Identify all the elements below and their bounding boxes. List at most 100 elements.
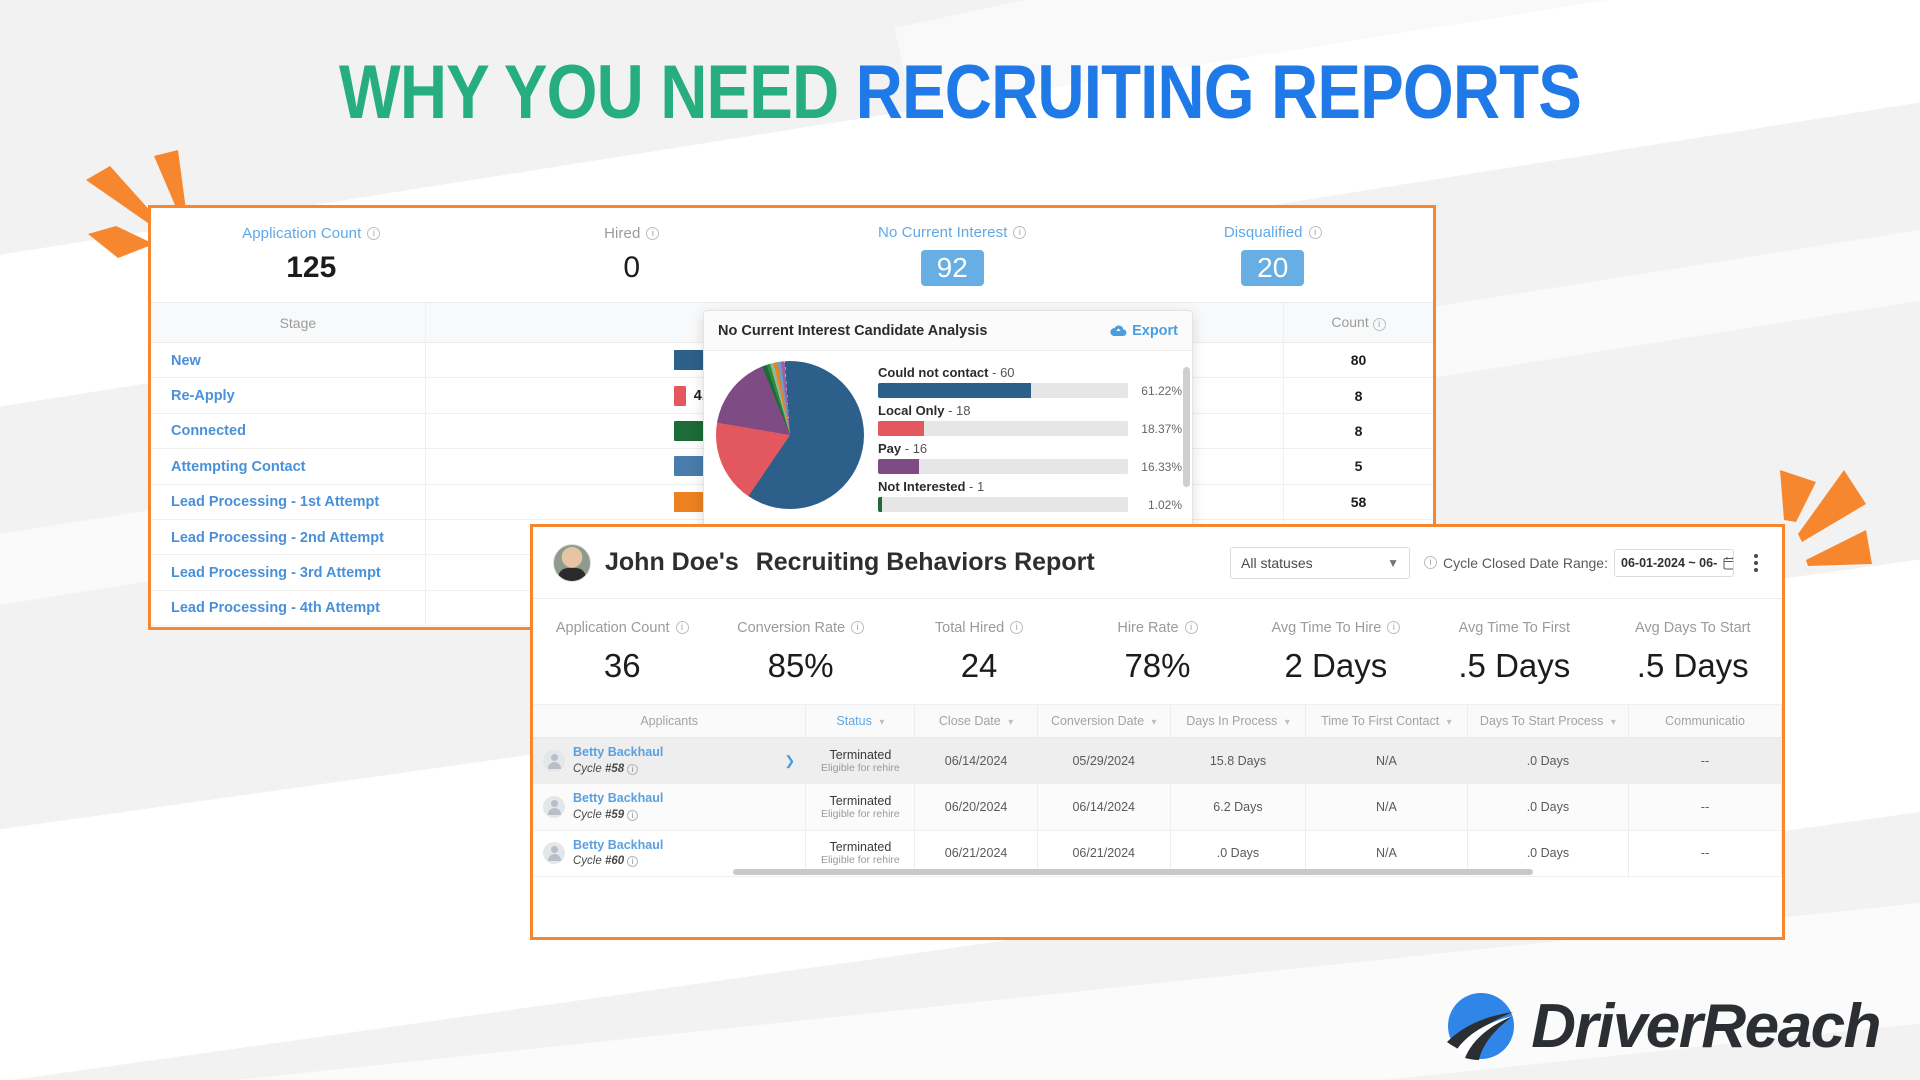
info-icon[interactable]: i (646, 227, 660, 240)
avatar (553, 543, 591, 582)
date-range-input[interactable]: 06-01-2024 ~ 06- (1614, 548, 1734, 577)
info-icon[interactable]: i (627, 856, 639, 868)
column-header-applicants[interactable]: Applicants (533, 705, 807, 738)
stage-cell: Connected (151, 413, 426, 450)
info-icon[interactable]: i (851, 621, 865, 634)
report-kpi-value: .5 Days (1458, 646, 1571, 684)
info-icon[interactable]: i (1010, 621, 1024, 634)
legend-item: Local Only - 18 18.37% (878, 403, 1182, 436)
info-icon[interactable]: i (627, 763, 639, 775)
legend-item: Pay - 16 16.33% (878, 441, 1182, 474)
info-icon[interactable]: i (1372, 318, 1386, 331)
export-label: Export (1132, 322, 1178, 339)
chevron-down-icon: ▾ (1151, 717, 1157, 728)
stage-name[interactable]: Lead Processing - 2nd Attempt (171, 530, 384, 546)
report-kpi[interactable]: Conversion Rate i 85% (711, 619, 889, 685)
info-icon[interactable]: i (1308, 226, 1322, 239)
info-icon[interactable]: i (1013, 226, 1027, 239)
report-kpi[interactable]: Total Hired i 24 (890, 619, 1068, 685)
info-icon[interactable]: i (627, 809, 639, 821)
applicant-text: Betty Backhaul Cycle #60 i (573, 838, 663, 869)
legend-fill (878, 459, 919, 474)
page-title-part2: RECRUITING REPORTS (855, 50, 1582, 135)
count-cell: 80 (1283, 342, 1433, 379)
kpi-disqualified[interactable]: Disqualified i 20 (1113, 224, 1434, 286)
kpi-value-wrap: 92 (792, 250, 1113, 286)
count-cell: 58 (1283, 484, 1433, 520)
legend-fill (878, 421, 924, 436)
info-icon[interactable]: i (367, 227, 381, 240)
kpi-application-count[interactable]: Application Count i 125 (151, 225, 472, 285)
column-header-time-to-first-contact[interactable]: Time To First Contact ▾ (1305, 705, 1468, 738)
count-cell: 8 (1283, 377, 1433, 414)
report-controls: All statuses ▼ i Cycle Closed Date Range… (1230, 546, 1764, 579)
kpi-no-current-interest[interactable]: No Current Interest i 92 (792, 224, 1113, 286)
horizontal-scrollbar[interactable] (733, 868, 1533, 875)
count-cell: 5 (1283, 448, 1433, 485)
report-kpi[interactable]: Avg Time To Hire i 2 Days (1247, 619, 1425, 685)
report-kpi[interactable]: Avg Time To First .5 Days (1425, 619, 1603, 685)
info-icon[interactable]: i (1184, 621, 1198, 634)
column-header-count[interactable]: Count i (1283, 303, 1433, 343)
column-header-communicatio[interactable]: Communicatio (1628, 705, 1782, 738)
column-header-close-date[interactable]: Close Date ▾ (914, 705, 1038, 738)
legend-fill (878, 497, 882, 512)
stage-cell: Lead Processing - 4th Attempt (151, 590, 426, 627)
legend-track (878, 459, 1128, 474)
column-header-stage[interactable]: Stage (151, 303, 426, 343)
info-icon[interactable]: i (675, 621, 689, 634)
stage-name[interactable]: Lead Processing - 1st Attempt (171, 494, 379, 510)
popup-scrollbar[interactable] (1183, 367, 1190, 487)
stage-cell: Lead Processing - 1st Attempt (151, 484, 426, 520)
stage-name[interactable]: Lead Processing - 4th Attempt (171, 600, 380, 616)
report-kpi[interactable]: Hire Rate i 78% (1068, 619, 1246, 685)
applicant-cell[interactable]: Betty Backhaul Cycle #59 i (533, 783, 807, 831)
info-icon[interactable]: i (1424, 556, 1438, 569)
table-row[interactable]: Betty Backhaul Cycle #58 i ❯ Terminated Eligi… (533, 737, 1782, 785)
applicant-cell[interactable]: Betty Backhaul Cycle #58 i ❯ (533, 737, 807, 785)
calendar-icon (1723, 556, 1733, 569)
legend-label: Local Only - 18 (878, 403, 971, 418)
table-row[interactable]: Betty Backhaul Cycle #59 i Terminated Eligib… (533, 783, 1782, 831)
chevron-down-icon: ▾ (1284, 717, 1290, 728)
export-button[interactable]: Export (1110, 323, 1178, 339)
stage-cell: Re-Apply (151, 377, 426, 414)
column-header-days-in-process[interactable]: Days In Process ▾ (1170, 705, 1307, 738)
report-kpi-value: 36 (603, 646, 641, 684)
status-filter-select[interactable]: All statuses ▼ (1230, 546, 1411, 579)
column-header-conversion-date[interactable]: Conversion Date ▾ (1037, 705, 1171, 738)
kpi-value-chip[interactable]: 20 (1241, 250, 1305, 286)
stage-name[interactable]: Lead Processing - 3rd Attempt (171, 565, 381, 581)
applicant-inner: Betty Backhaul Cycle #58 i ❯ (543, 745, 801, 776)
status-subtext: Eligible for rehire (820, 807, 900, 820)
applicant-cycle: Cycle #59 i (573, 809, 639, 821)
kpi-hired[interactable]: Hired i 0 (472, 225, 793, 285)
expand-row-icon[interactable]: ❯ (784, 753, 801, 769)
column-header-days-to-start-process[interactable]: Days To Start Process ▾ (1467, 705, 1630, 738)
report-kpi[interactable]: Application Count i 36 (533, 619, 711, 685)
stage-name[interactable]: Attempting Contact (171, 459, 306, 475)
applicant-name[interactable]: Betty Backhaul (573, 791, 663, 805)
stage-name[interactable]: Connected (171, 423, 246, 439)
date-range-label: Cycle Closed Date Range: (1443, 554, 1608, 571)
legend-label: Pay - 16 (878, 441, 928, 456)
report-kpi[interactable]: Avg Days To Start .5 Days (1604, 619, 1782, 685)
more-options-button[interactable] (1748, 551, 1764, 575)
stage-name[interactable]: New (171, 353, 201, 369)
column-header-status[interactable]: Status ▾ (805, 705, 916, 738)
applicant-name[interactable]: Betty Backhaul (573, 838, 663, 852)
kpi-label-text: No Current Interest (878, 224, 1008, 241)
days-in-process-cell: 15.8 Days (1170, 737, 1307, 785)
close-date-cell: 06/14/2024 (914, 737, 1038, 785)
stage-cell: Lead Processing - 3rd Attempt (151, 554, 426, 591)
report-title-text: Recruiting Behaviors Report (755, 548, 1095, 576)
kpi-value-chip[interactable]: 92 (920, 250, 984, 286)
applicant-name[interactable]: Betty Backhaul (573, 745, 663, 759)
close-date-cell: 06/20/2024 (914, 783, 1038, 831)
conversion-date-cell: 05/29/2024 (1037, 737, 1171, 785)
stage-name[interactable]: Re-Apply (171, 388, 235, 404)
info-icon[interactable]: i (1387, 621, 1401, 634)
kpi-value-wrap: 20 (1113, 250, 1434, 286)
legend-percent: 1.02% (1147, 497, 1182, 512)
applicant-inner: Betty Backhaul Cycle #59 i (543, 791, 801, 822)
